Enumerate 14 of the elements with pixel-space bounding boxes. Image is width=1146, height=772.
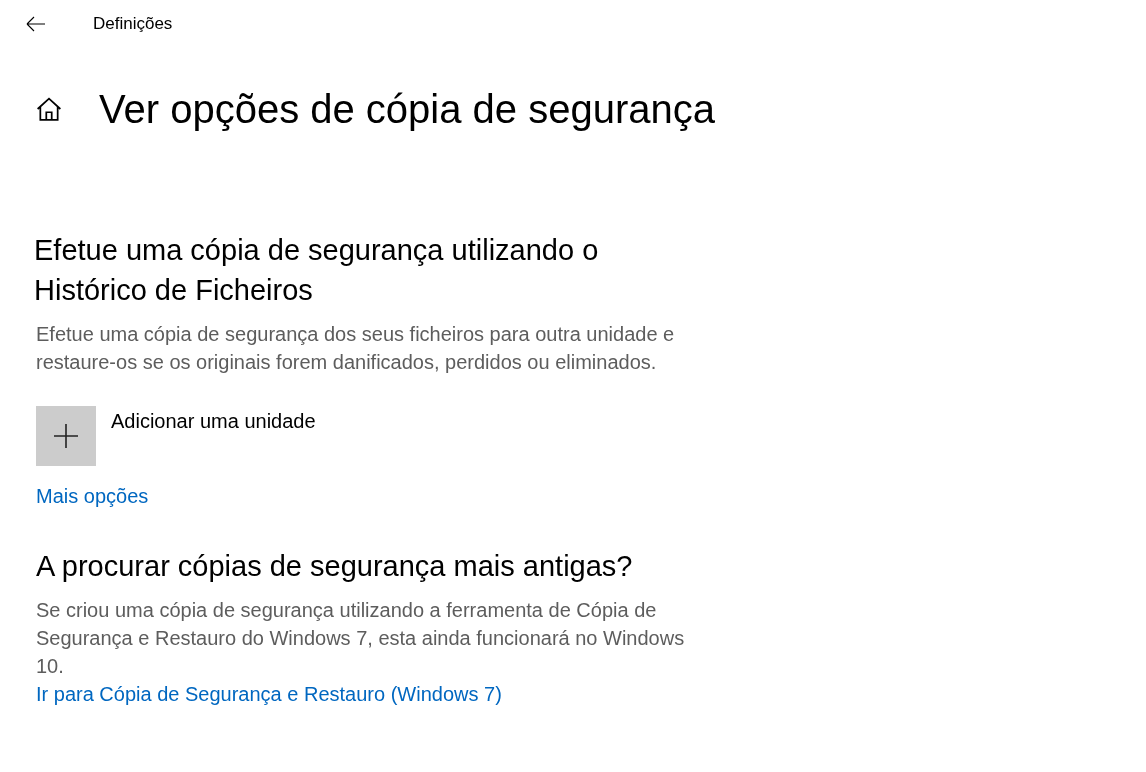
back-arrow-icon xyxy=(26,16,46,32)
add-drive-button[interactable] xyxy=(36,406,96,466)
section-heading: A procurar cópias de segurança mais antigas? xyxy=(36,549,634,584)
home-button[interactable] xyxy=(36,97,62,121)
more-options-link[interactable]: Mais opções xyxy=(36,482,149,510)
plus-icon xyxy=(54,424,78,448)
page-title: Ver opções de cópia de segurança xyxy=(99,86,715,133)
window-title: Definições xyxy=(93,14,173,34)
home-icon xyxy=(36,97,62,121)
add-drive-label[interactable]: Adicionar uma unidade xyxy=(111,408,316,434)
section-description: Efetue uma cópia de segurança dos seus ficheiros para outra unidade e restaure-os se os originais forem danificados, perdidos ou eliminados. xyxy=(36,322,676,375)
section-description: Se criou uma cópia de segurança utilizando a ferramenta de Cópia de Segurança e Restauro do Windows 7, esta ainda funcionará no Windows 10. xyxy=(36,598,686,679)
section-heading: Efetue uma cópia de segurança utilizando o Histórico de Ficheiros xyxy=(34,233,600,308)
backup-restore-link[interactable]: Ir para Cópia de Segurança e Restauro (Windows 7) xyxy=(36,680,502,708)
